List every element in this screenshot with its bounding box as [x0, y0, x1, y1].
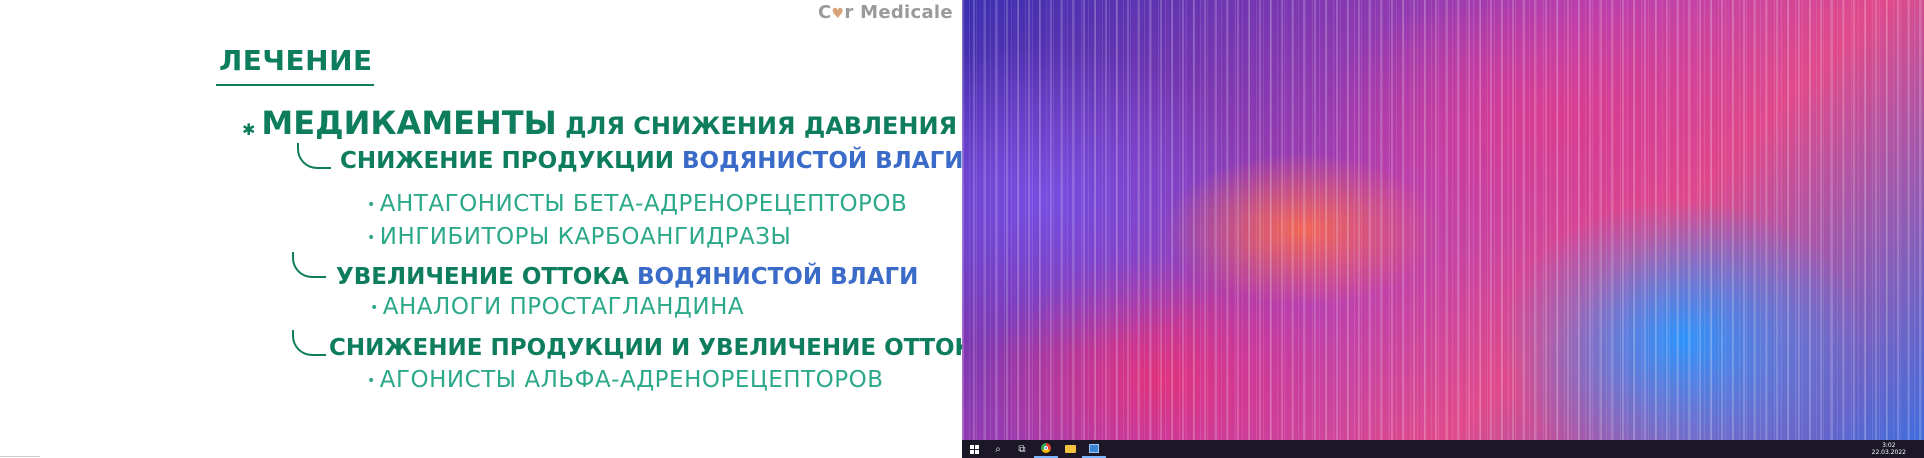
bullet-icon: • — [367, 196, 376, 213]
list-item: • ИНГИБИТОРЫ КАРБОАНГИДРАЗЫ — [367, 224, 791, 250]
task-view-button[interactable]: ⧉ — [1010, 440, 1034, 458]
list-item: • АГОНИСТЫ АЛЬФА-АДРЕНОРЕЦЕПТОРОВ — [367, 367, 883, 393]
start-button[interactable] — [962, 440, 986, 458]
group-heading-green: СНИЖЕНИЕ ПРОДУКЦИИ И УВЕЛИЧЕНИЕ ОТТОКА — [329, 335, 962, 361]
heart-icon: ♥ — [831, 6, 845, 22]
list-item-text: АНАЛОГИ ПРОСТАГЛАНДИНА — [382, 294, 745, 320]
list-item-text: АНТАГОНИСТЫ БЕТА-АДРЕНОРЕЦЕПТОРОВ — [379, 191, 908, 217]
clock-date: 22.03.2022 — [1871, 449, 1906, 456]
bullet-icon: • — [370, 299, 379, 316]
taskbar-file-explorer[interactable] — [1058, 440, 1082, 458]
slide-title: ЛЕЧЕНИЕ — [219, 44, 373, 77]
group-heading: СНИЖЕНИЕ ПРОДУКЦИИ ВОДЯНИСТОЙ ВЛАГИ — [340, 148, 962, 174]
level1-main: МЕДИКАМЕНТЫ — [261, 104, 557, 142]
windows-start-icon — [969, 444, 979, 454]
branch-connector — [292, 252, 326, 278]
list-item-text: АГОНИСТЫ АЛЬФА-АДРЕНОРЕЦЕПТОРОВ — [379, 367, 884, 393]
desktop-wallpaper: ⌕ ⧉ 3:02 22.03.2022 — [962, 0, 1924, 458]
wallpaper-texture — [962, 0, 1924, 458]
brand-logo: C♥r Medicale — [818, 2, 953, 23]
presentation-slide: C♥r Medicale ЛЕЧЕНИЕ ✱ МЕДИКАМЕНТЫ ДЛЯ СН… — [0, 0, 962, 458]
level1-heading: ✱ МЕДИКАМЕНТЫ ДЛЯ СНИЖЕНИЯ ДАВЛЕНИЯ — [242, 104, 957, 142]
group-heading-blue: ВОДЯНИСТОЙ ВЛАГИ — [636, 264, 919, 290]
system-clock[interactable]: 3:02 22.03.2022 — [1872, 442, 1906, 456]
chrome-icon — [1041, 443, 1051, 453]
level1-rest: ДЛЯ СНИЖЕНИЯ ДАВЛЕНИЯ — [556, 112, 958, 140]
taskbar: ⌕ ⧉ 3:02 22.03.2022 — [962, 440, 1924, 458]
branch-connector — [297, 143, 331, 169]
bullet-icon: • — [367, 372, 376, 389]
brand-text-end: r Medicale — [844, 2, 953, 23]
app-icon — [1089, 443, 1099, 453]
title-underline — [216, 84, 374, 86]
bullet-icon: • — [367, 229, 376, 246]
file-explorer-icon — [1064, 445, 1076, 453]
list-item-text: ИНГИБИТОРЫ КАРБОАНГИДРАЗЫ — [379, 224, 792, 250]
clock-time: 3:02 — [1882, 442, 1896, 449]
list-item: • АНТАГОНИСТЫ БЕТА-АДРЕНОРЕЦЕПТОРОВ — [367, 191, 907, 217]
search-icon: ⌕ — [995, 443, 1001, 455]
group-heading-green: СНИЖЕНИЕ ПРОДУКЦИИ — [340, 148, 682, 174]
brand-text-start: C — [818, 2, 832, 23]
branch-connector — [292, 330, 326, 356]
group-heading: УВЕЛИЧЕНИЕ ОТТОКА ВОДЯНИСТОЙ ВЛАГИ — [336, 264, 918, 290]
group-heading: СНИЖЕНИЕ ПРОДУКЦИИ И УВЕЛИЧЕНИЕ ОТТОКА — [329, 335, 962, 361]
taskbar-chrome[interactable] — [1034, 440, 1058, 458]
search-button[interactable]: ⌕ — [986, 440, 1010, 458]
taskbar-app[interactable] — [1082, 440, 1106, 458]
group-heading-green: УВЕЛИЧЕНИЕ ОТТОКА — [336, 264, 637, 290]
star-bullet-icon: ✱ — [242, 120, 256, 139]
list-item: • АНАЛОГИ ПРОСТАГЛАНДИНА — [370, 294, 744, 320]
task-view-icon: ⧉ — [1018, 443, 1026, 455]
slide-edge-line — [0, 456, 40, 457]
group-heading-blue: ВОДЯНИСТОЙ ВЛАГИ — [681, 148, 962, 174]
